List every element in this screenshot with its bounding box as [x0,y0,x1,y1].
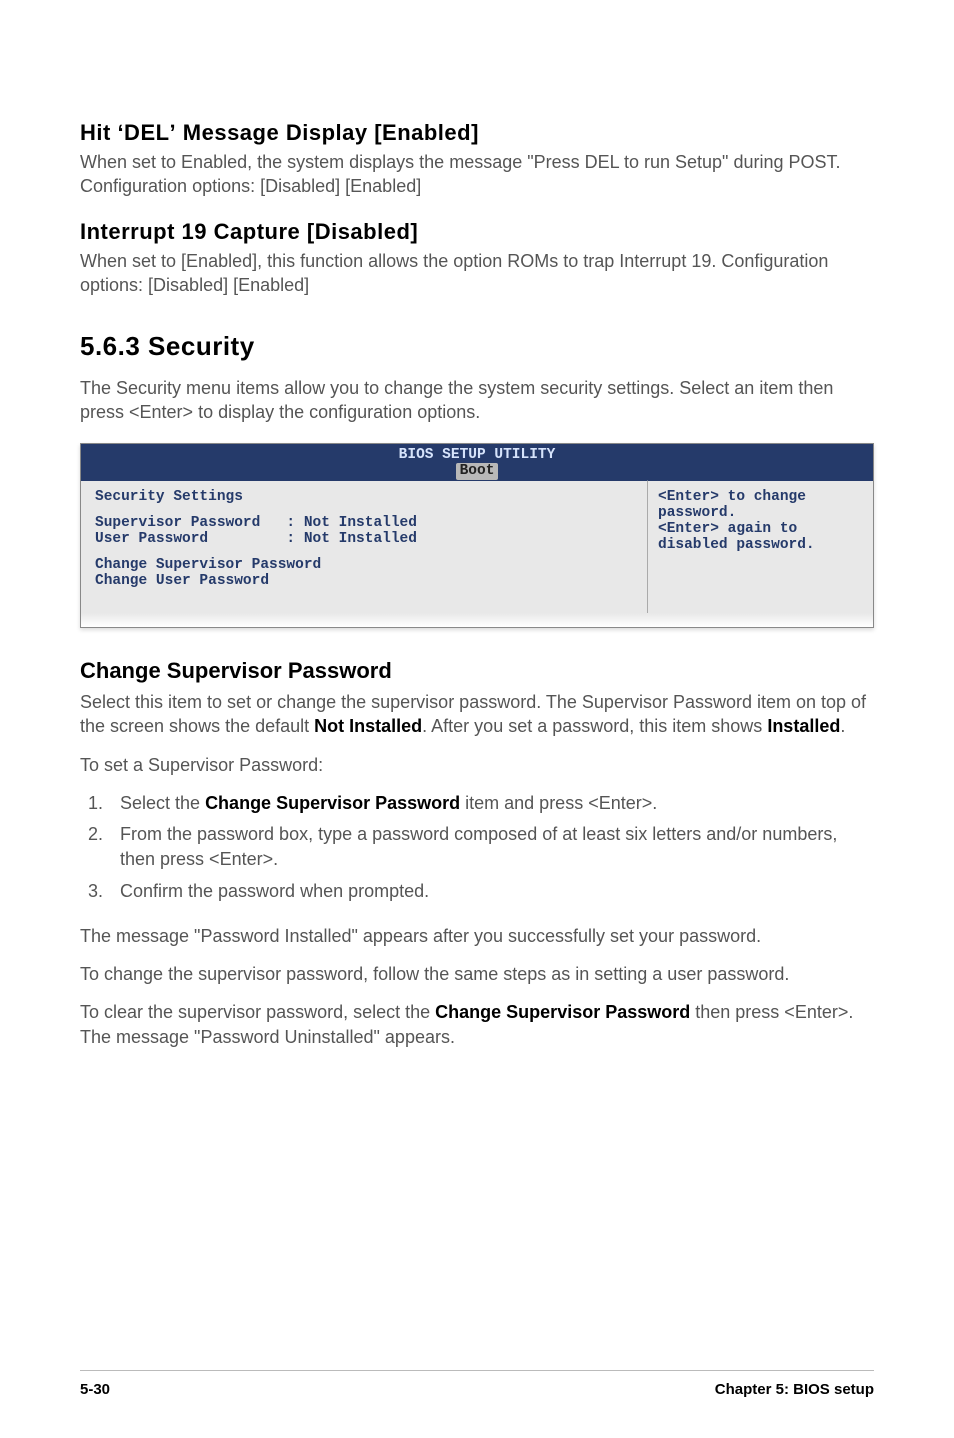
bold-installed: Installed [767,716,840,736]
steps-list: Select the Change Supervisor Password it… [108,791,874,910]
text-fragment: To clear the supervisor password, select… [80,1002,435,1022]
bios-security-settings-label: Security Settings [95,489,633,505]
heading-interrupt-19: Interrupt 19 Capture [Disabled] [80,219,874,245]
footer-chapter-title: Chapter 5: BIOS setup [715,1381,874,1398]
bios-body: Security Settings Supervisor Password : … [81,480,873,613]
text-fragment: . After you set a password, this item sh… [422,716,767,736]
text-fragment: Select the [120,793,205,813]
bios-supervisor-password-row: Supervisor Password : Not Installed [95,515,633,531]
bios-change-user-password[interactable]: Change User Password [95,573,633,589]
para-change-sup-1: Select this item to set or change the su… [80,690,874,739]
bold-not-installed: Not Installed [314,716,422,736]
bios-tab-boot: Boot [456,463,499,480]
heading-hit-del: Hit ʻDELʼ Message Display [Enabled] [80,120,874,146]
bios-user-password-row: User Password : Not Installed [95,531,633,547]
bios-fade [81,613,873,627]
bold-change-supervisor-password-2: Change Supervisor Password [435,1002,690,1022]
para-password-installed: The message "Password Installed" appears… [80,924,874,948]
heading-change-supervisor-password: Change Supervisor Password [80,658,874,684]
bios-help-pane: <Enter> to change password. <Enter> agai… [648,480,873,613]
bios-screenshot: BIOS SETUP UTILITY Boot Security Setting… [80,443,874,628]
text-fragment: item and press <Enter>. [460,793,657,813]
step-3: Confirm the password when prompted. [108,879,874,904]
bios-change-supervisor-password[interactable]: Change Supervisor Password [95,557,633,573]
footer-page-number: 5-30 [80,1381,110,1398]
bios-title: BIOS SETUP UTILITY [81,447,873,464]
bios-left-pane: Security Settings Supervisor Password : … [81,480,648,613]
step-1: Select the Change Supervisor Password it… [108,791,874,816]
step-2: From the password box, type a password c… [108,822,874,872]
para-to-set: To set a Supervisor Password: [80,753,874,777]
heading-security: 5.6.3 Security [80,331,874,362]
para-clear-password: To clear the supervisor password, select… [80,1000,874,1049]
bold-change-supervisor-password: Change Supervisor Password [205,793,460,813]
text-fragment: . [840,716,845,736]
page-footer: 5-30 Chapter 5: BIOS setup [80,1370,874,1398]
bios-title-bar: BIOS SETUP UTILITY Boot [81,444,873,480]
text-security-intro: The Security menu items allow you to cha… [80,376,874,425]
text-interrupt-19: When set to [Enabled], this function all… [80,249,874,298]
para-change-same-steps: To change the supervisor password, follo… [80,962,874,986]
text-hit-del: When set to Enabled, the system displays… [80,150,874,199]
